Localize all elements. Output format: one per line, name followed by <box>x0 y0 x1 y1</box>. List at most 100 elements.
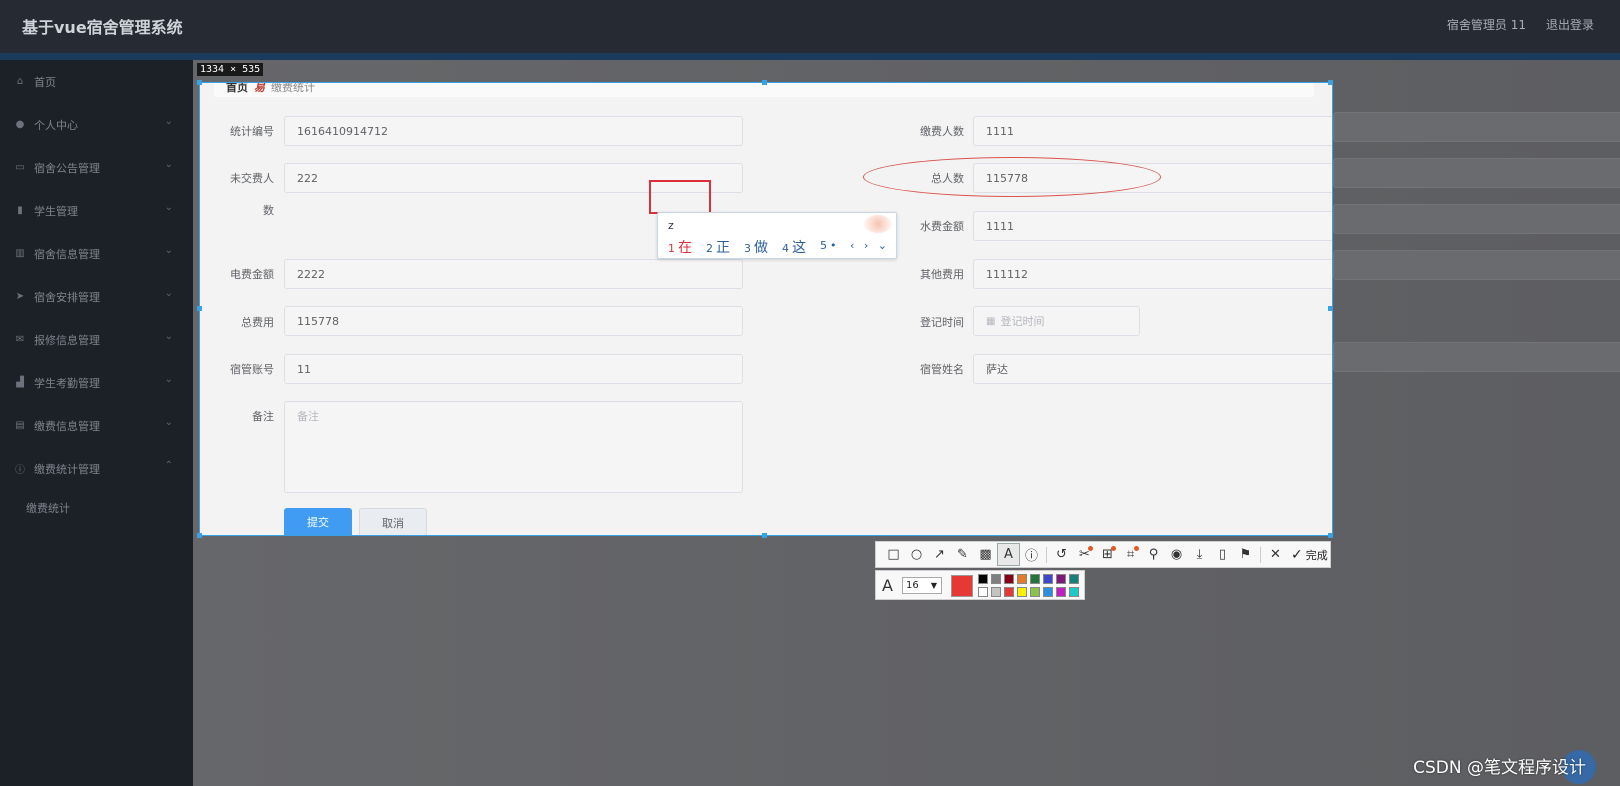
color-swatch[interactable] <box>1069 587 1079 597</box>
rectangle-icon[interactable]: □ <box>882 543 905 566</box>
sidebar-item-dorm-info[interactable]: ▥ 宿舍信息管理 ⌄ <box>0 232 193 275</box>
submit-button[interactable]: 提交 <box>284 508 352 535</box>
color-swatch[interactable] <box>1069 574 1079 584</box>
phone-icon[interactable]: ▯ <box>1211 543 1234 566</box>
font-size-select[interactable]: 16 ▼ <box>902 577 942 594</box>
ime-candidate[interactable]: 4这 <box>782 237 806 257</box>
undo-icon[interactable]: ↺ <box>1050 543 1073 566</box>
chart-icon: ▮ <box>17 205 23 216</box>
color-swatch[interactable] <box>1004 587 1014 597</box>
ghost-field <box>1333 250 1620 280</box>
color-swatch[interactable] <box>1004 574 1014 584</box>
sidebar-item-payment-stats[interactable]: ⓘ 缴费统计管理 ⌃ <box>0 447 193 490</box>
color-swatch[interactable] <box>1056 574 1066 584</box>
trash-icon: ▥ <box>15 248 25 259</box>
text-annotation-box[interactable] <box>649 180 711 214</box>
manager-account-input[interactable]: 11 <box>284 354 743 384</box>
register-time-picker[interactable]: ▦ 登记时间 <box>973 306 1140 336</box>
sidebar-item-home[interactable]: ⌂ 首页 <box>0 60 193 103</box>
breadcrumb-home[interactable]: 首页 <box>226 83 248 95</box>
translate-icon[interactable]: ⊞ <box>1096 543 1119 566</box>
sidebar-item-payment-info[interactable]: ▤ 缴费信息管理 ⌄ <box>0 404 193 447</box>
ime-candidate-popup: z 1在 2正 3做 4这 5 • ‹ › ⌄ <box>657 212 897 259</box>
close-icon[interactable]: ✕ <box>1264 543 1287 566</box>
sidebar-item-profile[interactable]: ● 个人中心 ⌄ <box>0 103 193 146</box>
ellipse-annotation <box>863 157 1161 197</box>
register-time-label: 登记时间 <box>920 316 964 329</box>
electric-fee-input[interactable]: 2222 <box>284 259 743 289</box>
resize-handle[interactable] <box>1328 533 1333 538</box>
manager-name-input[interactable]: 萨达 <box>973 354 1332 384</box>
cancel-button[interactable]: 取消 <box>359 508 427 535</box>
color-swatch[interactable] <box>1017 574 1027 584</box>
sidebar-item-attendance[interactable]: ▟ 学生考勤管理 ⌄ <box>0 361 193 404</box>
current-color-swatch[interactable] <box>951 575 973 597</box>
total-fee-input[interactable]: 115778 <box>284 306 743 336</box>
ghost-field <box>1333 204 1620 234</box>
color-swatch[interactable] <box>1017 587 1027 597</box>
color-swatch[interactable] <box>1043 587 1053 597</box>
other-fee-input[interactable]: 111112 <box>973 259 1332 289</box>
arrow-icon[interactable]: ↗ <box>928 543 951 566</box>
ghost-field <box>1333 342 1620 372</box>
bookmark-icon[interactable]: ⚑ <box>1234 543 1257 566</box>
chevron-down-icon: ⌄ <box>164 159 173 170</box>
color-swatch[interactable] <box>978 587 988 597</box>
ime-candidates: 1在 2正 3做 4这 5 • <box>668 237 837 257</box>
resize-handle[interactable] <box>1328 306 1333 311</box>
ocr-icon[interactable]: ⌗ <box>1119 543 1142 566</box>
color-swatch[interactable] <box>1056 587 1066 597</box>
water-fee-input[interactable]: 1111 <box>973 211 1332 241</box>
ime-candidate[interactable]: 5 • <box>820 237 837 257</box>
done-button[interactable]: ✓ 完成 <box>1291 547 1328 563</box>
logout-link[interactable]: 退出登录 <box>1546 16 1594 33</box>
color-swatch[interactable] <box>1030 574 1040 584</box>
resize-handle[interactable] <box>197 306 202 311</box>
unpaid-count-label: 未交费人 <box>230 172 274 185</box>
water-fee-label: 水费金额 <box>920 220 964 233</box>
color-swatch[interactable] <box>978 574 988 584</box>
resize-handle[interactable] <box>1328 80 1333 85</box>
pencil-icon[interactable]: ✎ <box>951 543 974 566</box>
ellipse-icon[interactable]: ○ <box>905 543 928 566</box>
color-swatch[interactable] <box>991 587 1001 597</box>
sidebar-item-students[interactable]: ▮ 学生管理 ⌄ <box>0 189 193 232</box>
color-swatch[interactable] <box>1043 574 1053 584</box>
number-marker-icon[interactable]: ⓘ <box>1020 543 1043 566</box>
ime-page-nav[interactable]: ‹ › ⌄ <box>850 239 890 252</box>
electric-fee-label: 电费金额 <box>230 268 274 281</box>
caret-down-icon: ▼ <box>930 581 937 590</box>
remark-label: 备注 <box>252 410 274 423</box>
toolbar-divider <box>1046 546 1047 563</box>
color-swatch[interactable] <box>991 574 1001 584</box>
ime-candidate[interactable]: 3做 <box>744 237 768 257</box>
sidebar-item-notice[interactable]: ▭ 宿舍公告管理 ⌄ <box>0 146 193 189</box>
pin-icon[interactable]: ⚲ <box>1142 543 1165 566</box>
stat-no-input[interactable]: 1616410914712 <box>284 116 743 146</box>
manager-account-label: 宿管账号 <box>230 363 274 376</box>
capture-region[interactable]: 首页 易 缴费统计 统计编号 1616410914712 未交费人 数 222 … <box>199 82 1333 536</box>
text-icon[interactable]: A <box>997 543 1020 566</box>
chevron-down-icon: ⌄ <box>164 331 173 342</box>
download-icon[interactable]: ⤓ <box>1188 543 1211 566</box>
ime-candidate[interactable]: 1在 <box>668 237 692 257</box>
remark-textarea[interactable]: 备注 <box>284 401 743 493</box>
resize-handle[interactable] <box>197 80 202 85</box>
breadcrumb-separator: 易 <box>254 82 265 94</box>
scissors-icon[interactable]: ✂ <box>1073 543 1096 566</box>
record-icon[interactable]: ◉ <box>1165 543 1188 566</box>
sidebar: ⌂ 首页 ● 个人中心 ⌄ ▭ 宿舍公告管理 ⌄ ▮ 学生管理 ⌄ ▥ 宿舍信息… <box>0 60 193 786</box>
current-user-label: 宿舍管理员 11 <box>1446 18 1526 32</box>
sidebar-subitem-payment-stats[interactable]: 缴费统计 <box>0 490 193 526</box>
sidebar-item-dorm-arrange[interactable]: ➤ 宿舍安排管理 ⌄ <box>0 275 193 318</box>
mosaic-icon[interactable]: ▩ <box>974 543 997 566</box>
color-swatch[interactable] <box>1030 587 1040 597</box>
chevron-up-icon: ⌃ <box>164 460 173 471</box>
resize-handle[interactable] <box>762 533 767 538</box>
chevron-down-icon: ⌄ <box>164 374 173 385</box>
resize-handle[interactable] <box>197 533 202 538</box>
sidebar-item-repair[interactable]: ✉ 报修信息管理 ⌄ <box>0 318 193 361</box>
ime-candidate[interactable]: 2正 <box>706 237 730 257</box>
resize-handle[interactable] <box>762 80 767 85</box>
paid-count-input[interactable]: 1111 <box>973 116 1332 146</box>
